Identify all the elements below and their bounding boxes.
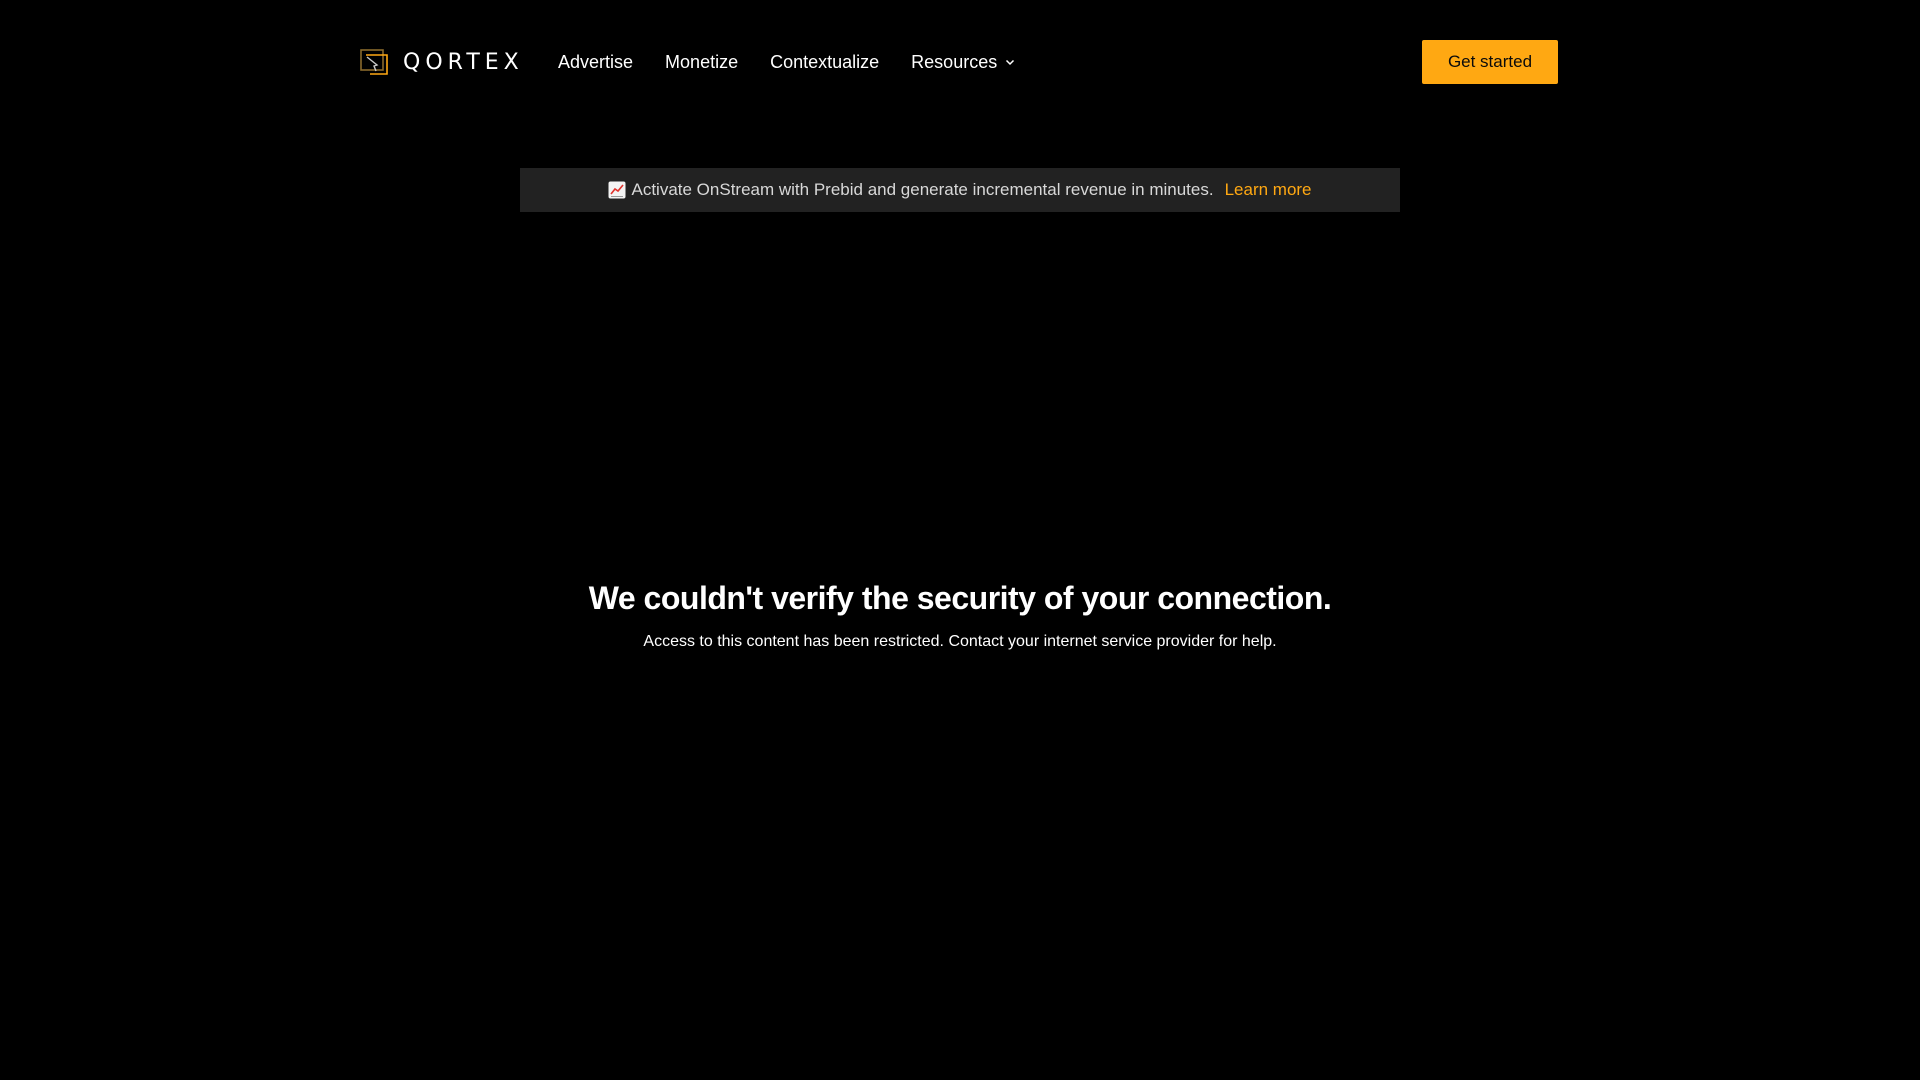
main-menu: Advertise Monetize Contextualize Resourc… xyxy=(558,49,1048,75)
qortex-logo-mark-icon xyxy=(360,49,388,75)
site-header: QORTEX Advertise Monetize Contextualize … xyxy=(0,0,1920,124)
nav-item-resources-label: Resources xyxy=(911,51,998,72)
error-title: We couldn't verify the security of your … xyxy=(588,580,1332,616)
nav-item-advertise[interactable]: Advertise xyxy=(558,52,633,73)
learn-more-link[interactable]: Learn more xyxy=(1225,180,1312,200)
announcement-banner: Activate OnStream with Prebid and genera… xyxy=(520,168,1400,212)
error-message: We couldn't verify the security of your … xyxy=(0,580,1920,651)
brand-logo[interactable]: QORTEX xyxy=(360,46,524,78)
banner-text: Activate OnStream with Prebid and genera… xyxy=(631,180,1214,199)
chart-increasing-icon xyxy=(608,181,626,199)
nav-item-monetize[interactable]: Monetize xyxy=(665,52,738,73)
get-started-button[interactable]: Get started xyxy=(1422,40,1558,84)
brand-name: QORTEX xyxy=(403,49,524,75)
nav-item-resources[interactable]: Resources xyxy=(911,52,1016,73)
chevron-down-icon xyxy=(1006,59,1015,66)
error-subtitle: Access to this content has been restrict… xyxy=(643,633,1277,650)
nav-item-contextualize[interactable]: Contextualize xyxy=(770,52,879,73)
